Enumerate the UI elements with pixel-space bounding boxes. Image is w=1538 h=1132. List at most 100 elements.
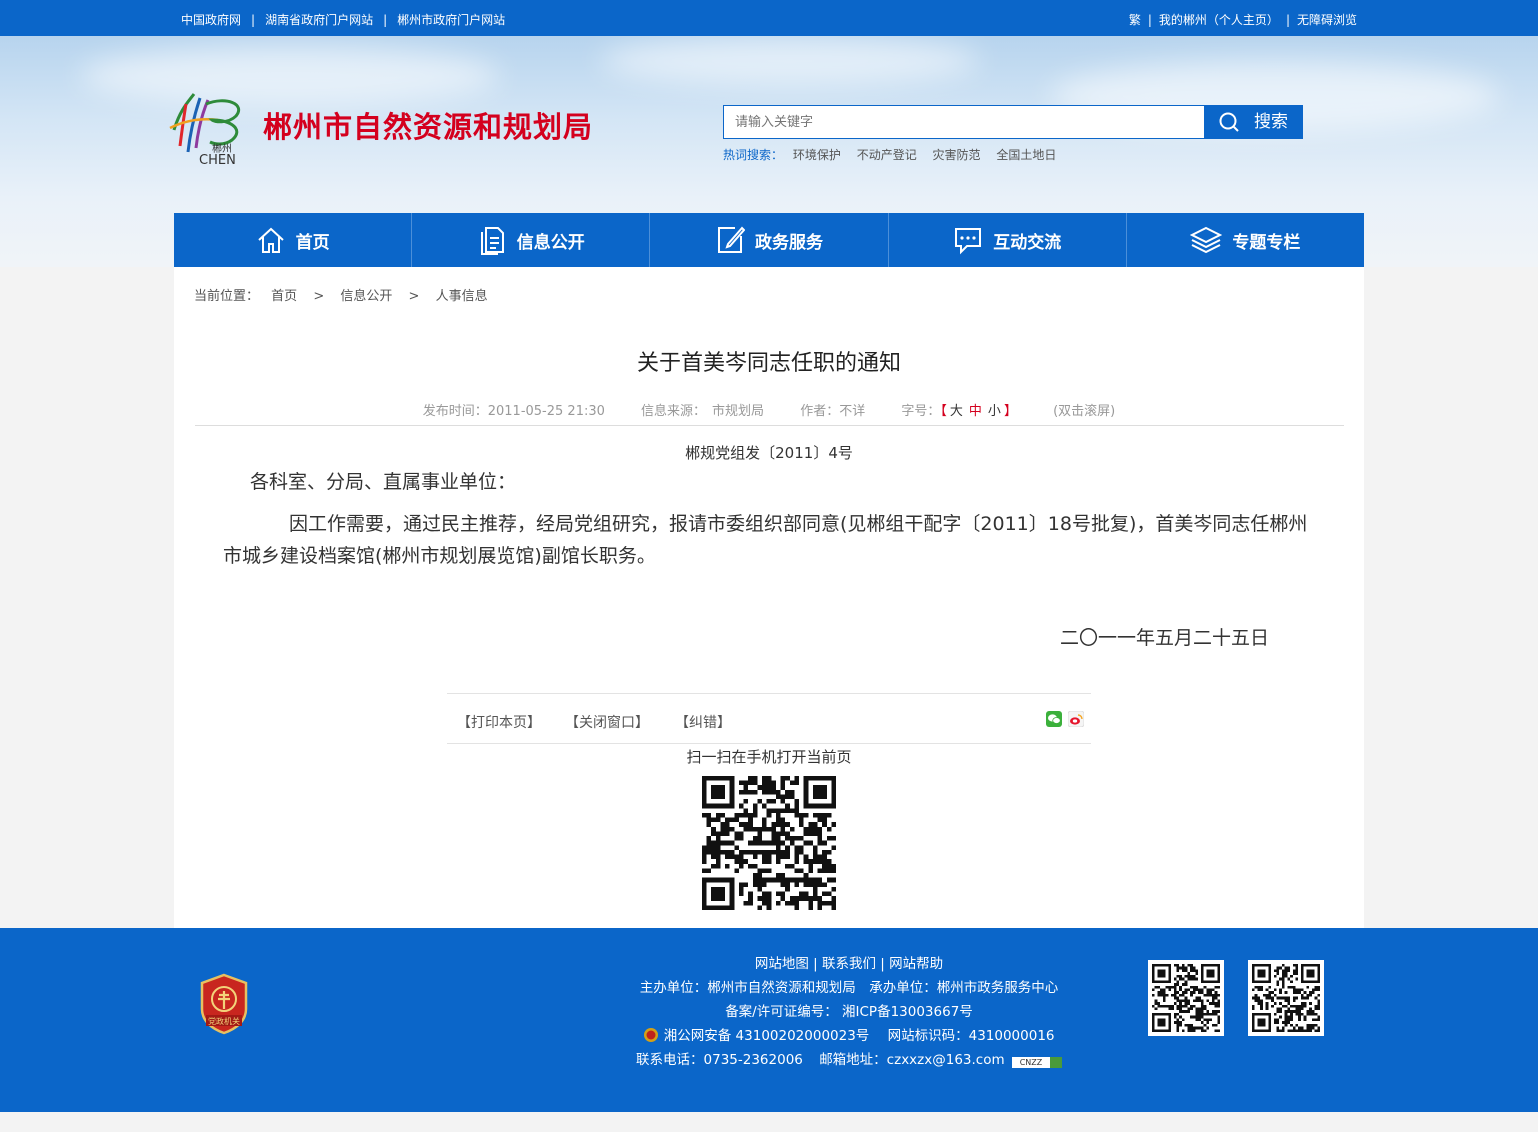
link-hunan-gov[interactable]: 湖南省政府门户网站 (265, 13, 373, 27)
footer-links: 网站地图 | 联系我们 | 网站帮助 (754, 956, 944, 972)
link-help[interactable]: 网站帮助 (889, 956, 943, 972)
breadcrumb-separator: > (408, 289, 420, 304)
separator: | (251, 13, 256, 27)
article-title: 关于首美岑同志任职的通知 (636, 351, 901, 376)
nav-item-label: 互动交流 (993, 232, 1062, 253)
top-links-right: 繁 | 我的郴州（个人主页） | 无障碍浏览 (1129, 11, 1357, 28)
font-size-small[interactable]: 小 (988, 404, 1001, 419)
font-size-medium[interactable]: 中 (969, 404, 982, 419)
bracket: 【 (940, 404, 947, 419)
separator: | (1285, 13, 1290, 27)
nav-item-label: 首页 (295, 232, 330, 253)
footer-police-row: 湘公网安备 43100202000023号 网站标识码：4310000016 (636, 1024, 1062, 1048)
weibo-icon[interactable] (1068, 711, 1084, 727)
article-toolbar: 【打印本页】 【关闭窗口】 【纠错】 (447, 693, 1091, 744)
print-button[interactable]: 【打印本页】 (457, 712, 541, 732)
badge-text: 党政机关 (208, 1016, 240, 1026)
article-meta: 发布时间：2011-05-25 21:30 信息来源： 市规划局 作者：不详 字号… (174, 400, 1364, 419)
breadcrumb-item[interactable]: 首页 (271, 289, 297, 304)
logo-text-en: CHEN (199, 153, 236, 166)
footer-sponsor: 主办单位：郴州市自然资源和规划局 承办单位：郴州市政务服务中心 (639, 980, 1059, 996)
footer-phone: 联系电话：0735-2362006 (636, 1052, 803, 1068)
hot-search-item[interactable]: 灾害防范 (933, 148, 981, 162)
party-gov-badge-icon[interactable]: 党政机关 (198, 973, 250, 1035)
cloud-decoration (600, 36, 980, 86)
nav-item-interaction[interactable]: 互动交流 (889, 213, 1127, 267)
content-panel: 当前位置： 首页 > 信息公开 > 人事信息 关于首美岑同志任职的通知 发布时间… (174, 267, 1364, 928)
breadcrumb-item[interactable]: 人事信息 (436, 289, 488, 304)
nav-item-topics[interactable]: 专题专栏 (1127, 213, 1364, 267)
footer-police[interactable]: 湘公网安备 43100202000023号 (664, 1028, 870, 1044)
nav-item-gov-service[interactable]: 政务服务 (650, 213, 889, 267)
breadcrumb: 当前位置： 首页 > 信息公开 > 人事信息 (194, 285, 488, 304)
cnzz-stats-icon[interactable]: CNZZ (1011, 1057, 1062, 1068)
publish-time: 发布时间：2011-05-25 21:30 (422, 404, 605, 419)
link-china-gov[interactable]: 中国政府网 (181, 13, 241, 27)
police-badge-icon (644, 1028, 659, 1042)
divider (195, 425, 1344, 426)
footer-icp[interactable]: 备案/许可证编号： 湘ICP备13003667号 (636, 1000, 1062, 1024)
article-greeting: 各科室、分局、直属事业单位： (250, 471, 517, 493)
font-size-label: 字号： (901, 404, 941, 419)
font-size-large[interactable]: 大 (950, 404, 963, 419)
article-date: 二〇一一年五月二十五日 (1060, 627, 1270, 649)
home-icon (257, 227, 284, 253)
nav-item-info-public[interactable]: 信息公开 (412, 213, 651, 267)
hot-search-label: 热词搜索： (723, 148, 784, 162)
separator: | (1147, 13, 1152, 27)
hot-search-item[interactable]: 不动产登记 (857, 148, 917, 162)
nav-item-home[interactable]: 首页 (174, 213, 413, 267)
breadcrumb-separator: > (313, 289, 325, 304)
page-qr-code (702, 776, 836, 910)
footer-qr-app (1248, 960, 1324, 1036)
footer-site-code: 网站标识码：4310000016 (887, 1028, 1055, 1044)
hot-search: 热词搜索： 环境保护 不动产登记 灾害防范 全国土地日 (723, 146, 1068, 163)
font-size-control: 字号：【大中小】 (901, 404, 1017, 419)
link-accessibility[interactable]: 无障碍浏览 (1297, 13, 1357, 27)
info-source: 信息来源： 市规划局 (641, 404, 764, 419)
footer-qr-wechat (1148, 960, 1224, 1036)
nav-item-label: 专题专栏 (1232, 232, 1301, 253)
correction-button[interactable]: 【纠错】 (675, 712, 731, 732)
info-source-label: 信息来源： (641, 404, 707, 419)
search-button-label: 搜索 (1254, 112, 1288, 132)
page-bottom-strip (0, 1112, 1538, 1132)
search-box: 搜索 (723, 105, 1303, 139)
document-icon (480, 227, 504, 255)
cloud-decoration (80, 46, 500, 106)
top-links-left: 中国政府网 | 湖南省政府门户网站 | 郴州市政府门户网站 (181, 11, 505, 28)
info-source-value: 市规划局 (712, 404, 765, 419)
site-logo-icon[interactable]: 郴州 CHEN (166, 90, 250, 166)
wechat-icon[interactable] (1046, 711, 1062, 727)
chat-icon (955, 228, 982, 255)
author: 作者：不详 (800, 404, 866, 419)
footer-info: 网站地图 | 联系我们 | 网站帮助 主办单位：郴州市自然资源和规划局 承办单位… (636, 952, 1062, 1072)
separator: | (383, 13, 388, 27)
footer-contact-row: 联系电话：0735-2362006 邮箱地址：czxxzx@163.com CN… (636, 1048, 1062, 1072)
link-my-chenzhou[interactable]: 我的郴州（个人主页） (1159, 13, 1279, 27)
main-nav: 首页 信息公开 政务服务 互动交流 专题专栏 (174, 213, 1364, 267)
link-sitemap[interactable]: 网站地图 (755, 956, 809, 972)
close-window-button[interactable]: 【关闭窗口】 (565, 712, 649, 732)
hot-search-item[interactable]: 环境保护 (793, 148, 841, 162)
search-icon (1219, 112, 1239, 132)
layers-icon (1190, 226, 1223, 254)
top-bar: 中国政府网 | 湖南省政府门户网站 | 郴州市政府门户网站 繁 | 我的郴州（个人主页） | 无… (0, 0, 1538, 36)
qr-code-icon (1252, 964, 1320, 1032)
hot-search-item[interactable]: 全国土地日 (996, 148, 1056, 162)
breadcrumb-prefix: 当前位置： (194, 289, 260, 304)
breadcrumb-item[interactable]: 信息公开 (340, 289, 392, 304)
site-footer: 党政机关 网站地图 | 联系我们 | 网站帮助 主办单位：郴州市自然资源和规划局… (0, 928, 1538, 1112)
edit-icon (718, 226, 745, 253)
footer-email: 邮箱地址：czxxzx@163.com (819, 1052, 1005, 1068)
search-button[interactable]: 搜索 (1204, 105, 1303, 139)
link-traditional-chinese[interactable]: 繁 (1129, 13, 1141, 27)
link-contact[interactable]: 联系我们 (822, 956, 876, 972)
link-chenzhou-gov[interactable]: 郴州市政府门户网站 (397, 13, 505, 27)
bracket: 】 (1003, 404, 1017, 419)
nav-item-label: 政务服务 (755, 232, 823, 253)
article-body: 因工作需要，通过民主推荐，经局党组研究，报请市委组织部同意(见郴组干配字〔201… (223, 513, 1308, 567)
dblclick-scroll[interactable]: (双击滚屏) (1053, 404, 1115, 419)
search-input[interactable] (723, 105, 1205, 139)
qr-code-icon (1152, 964, 1220, 1032)
